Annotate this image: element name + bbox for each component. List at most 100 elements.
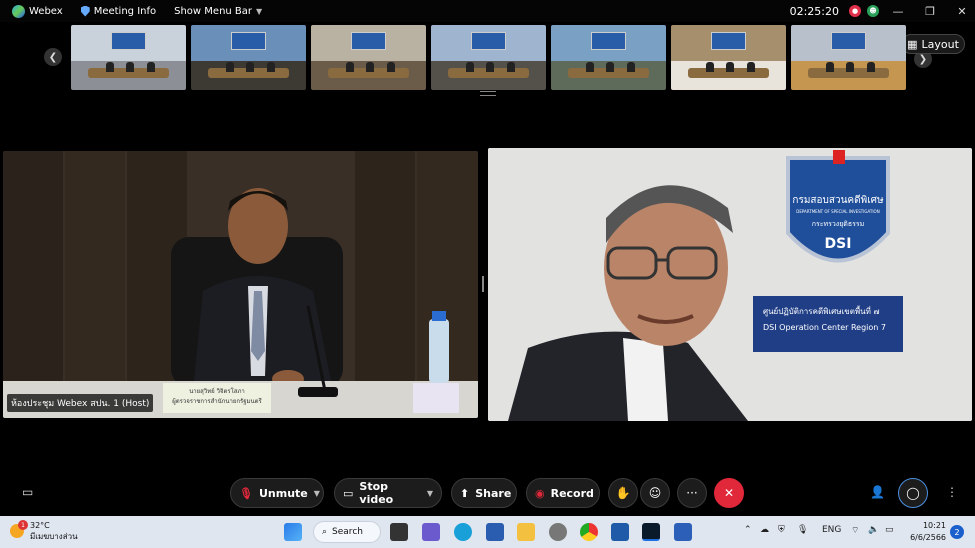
weather-sun-icon: 1 xyxy=(10,520,28,538)
meeting-info-label: Meeting Info xyxy=(93,5,157,17)
record-status-glyph: ● xyxy=(851,7,859,15)
filmstrip-prev-button[interactable]: ❮ xyxy=(44,48,62,66)
chevron-down-icon[interactable]: ▼ xyxy=(427,489,433,498)
start-windows-icon[interactable] xyxy=(284,523,302,541)
taskbar-clock[interactable]: 10:21 6/6/2566 xyxy=(900,520,946,544)
teams-chat-icon[interactable] xyxy=(422,523,440,541)
participant-thumbnail[interactable] xyxy=(191,25,306,90)
thumbnail-screen xyxy=(591,31,626,50)
video-tile-participant[interactable]: กรมสอบสวนคดีพิเศษ DEPARTMENT OF SPECIAL … xyxy=(488,148,972,421)
hand-icon: ✋ xyxy=(615,486,631,500)
participant-thumbnail[interactable] xyxy=(71,25,186,90)
store-icon[interactable] xyxy=(486,523,504,541)
chrome-browser-icon[interactable] xyxy=(580,523,598,541)
filmstrip-resize-handle[interactable] xyxy=(480,91,496,96)
thumbnail-person xyxy=(726,61,735,72)
thumbnail-screen xyxy=(231,31,266,50)
dsi-emblem: กรมสอบสวนคดีพิเศษ DEPARTMENT OF SPECIAL … xyxy=(786,150,890,263)
user-avatar-icon[interactable]: ☻ xyxy=(867,5,879,17)
title-bar: Webex Meeting Info Show Menu Bar ▼ 02:25… xyxy=(0,0,975,22)
battery-icon[interactable]: ▭ xyxy=(885,525,894,535)
raise-hand-button[interactable]: ✋ xyxy=(608,478,638,508)
notification-badge[interactable]: 2 xyxy=(950,525,964,539)
meeting-info-button[interactable]: Meeting Info xyxy=(75,0,162,22)
weather-widget[interactable]: 1 32°C มีเมฆบางส่วน xyxy=(10,520,78,542)
word-icon[interactable] xyxy=(674,523,692,541)
record-label: Record xyxy=(550,486,594,500)
unmute-label: Unmute xyxy=(258,486,308,500)
share-screen-icon: ⬆ xyxy=(460,486,470,500)
thumbnail-person xyxy=(126,61,135,72)
settings-gear-icon[interactable] xyxy=(549,523,567,541)
share-button[interactable]: ⬆ Share xyxy=(451,478,517,508)
close-window-button[interactable]: ✕ xyxy=(949,5,975,18)
webex-menu[interactable]: Webex xyxy=(6,0,69,22)
leave-meeting-button[interactable]: ✕ xyxy=(714,478,744,508)
chevron-down-icon[interactable]: ▼ xyxy=(314,489,320,498)
more-options-button[interactable]: ··· xyxy=(677,478,707,508)
signboard-english: DSI Operation Center Region 7 xyxy=(763,323,886,332)
layout-label: Layout xyxy=(921,37,959,51)
app-name: Webex xyxy=(29,5,63,17)
participants-icon[interactable]: 👤 xyxy=(870,485,885,499)
participant-thumbnail[interactable] xyxy=(551,25,666,90)
wifi-icon[interactable]: ⌔ xyxy=(851,525,859,536)
thumbnail-person xyxy=(746,61,755,72)
speaker-muted-icon[interactable]: 🔈 xyxy=(868,525,879,535)
layout-button[interactable]: ▦ Layout xyxy=(901,34,965,54)
emblem-ministry: กระทรวงยุติธรรม xyxy=(812,220,865,228)
taskbar-search[interactable]: ⌕ Search xyxy=(313,521,381,543)
more-panels-icon[interactable]: ⋮ xyxy=(946,485,958,499)
stop-video-button[interactable]: ▭ Stop video ▼ xyxy=(334,478,442,508)
video-tile-host[interactable]: นายสุวิทย์ วิจิตรโสภา ผู้ตรวจราชการสำนัก… xyxy=(3,151,478,418)
clock-time: 10:21 xyxy=(922,521,946,530)
thumbnail-person xyxy=(366,61,375,72)
thumbnail-person xyxy=(626,61,635,72)
participant-thumbnail[interactable] xyxy=(791,25,906,90)
record-button[interactable]: ◉ Record xyxy=(526,478,600,508)
recording-status-icon[interactable]: ● xyxy=(849,5,861,17)
layout-grid-icon: ▦ xyxy=(907,37,918,51)
participant-thumbnail[interactable] xyxy=(431,25,546,90)
unmute-button[interactable]: 🎙 Unmute ▼ xyxy=(230,478,324,508)
microphone-muted-icon: 🎙 xyxy=(239,486,253,500)
host-nameplate: นายสุวิทย์ วิจิตรโสภา ผู้ตรวจราชการสำนัก… xyxy=(163,383,271,413)
thumbnail-person xyxy=(606,61,615,72)
thumbnail-person xyxy=(146,61,155,72)
restore-button[interactable]: ❐ xyxy=(917,5,943,18)
meeting-timer: 02:25:20 xyxy=(789,4,839,18)
participant-thumbnail[interactable] xyxy=(311,25,426,90)
tray-overflow-icon[interactable]: ⌃ xyxy=(744,525,752,535)
share-label: Share xyxy=(475,486,512,500)
minimize-button[interactable]: — xyxy=(885,5,911,18)
edge-browser-icon[interactable] xyxy=(454,523,472,541)
nameplate-name: นายสุวิทย์ วิจิตรโสภา xyxy=(189,388,245,395)
captions-icon[interactable]: ▭ xyxy=(22,485,33,499)
remote-app-icon[interactable] xyxy=(611,523,629,541)
onedrive-icon[interactable]: ☁ xyxy=(760,525,769,535)
ellipsis-icon: ··· xyxy=(686,486,698,500)
chat-bubble-icon: ◯ xyxy=(906,486,920,500)
task-view-icon[interactable] xyxy=(390,523,408,541)
file-explorer-icon[interactable] xyxy=(517,523,535,541)
thumbnail-person xyxy=(705,61,714,72)
thumbnail-person xyxy=(465,61,474,72)
input-language[interactable]: ENG xyxy=(822,525,841,535)
close-icon: ✕ xyxy=(723,486,735,500)
thumbnail-person xyxy=(246,61,255,72)
tile-resize-handle[interactable] xyxy=(482,276,484,292)
thumbnail-screen xyxy=(111,31,146,50)
show-menu-bar-button[interactable]: Show Menu Bar ▼ xyxy=(168,0,268,22)
participant-thumbnail[interactable] xyxy=(671,25,786,90)
thumbnail-person xyxy=(825,61,834,72)
host-video-frame xyxy=(3,151,478,418)
chat-button[interactable]: ◯ xyxy=(898,478,928,508)
mic-tray-icon[interactable]: 🎙 xyxy=(797,525,808,535)
record-icon: ◉ xyxy=(535,486,545,500)
weather-temperature: 32°C xyxy=(30,521,50,530)
weather-description: มีเมฆบางส่วน xyxy=(30,532,78,541)
security-icon[interactable]: ⛨ xyxy=(778,525,785,535)
webex-taskbar-icon[interactable] xyxy=(642,523,660,541)
reactions-button[interactable]: ☺ xyxy=(640,478,670,508)
webex-logo-icon xyxy=(12,4,25,18)
